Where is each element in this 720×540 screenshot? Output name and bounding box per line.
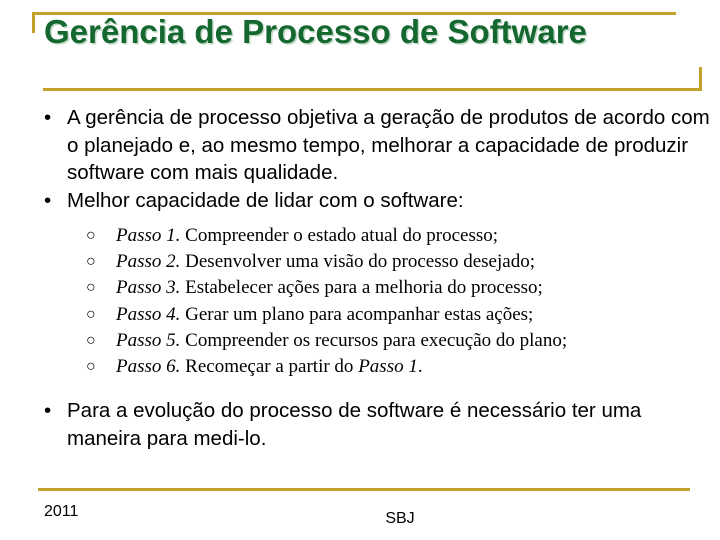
step-text: Compreender o estado atual do processo; <box>185 225 499 246</box>
hollow-circle-icon: ○ <box>86 305 96 323</box>
title-frame-left-stub <box>32 12 35 33</box>
hollow-circle-icon: ○ <box>86 279 96 297</box>
list-item: • Melhor capacidade de lidar com o softw… <box>0 187 720 215</box>
slide: Gerência de Processo de Software • A ger… <box>0 0 720 540</box>
main-bullet-list: • A gerência de processo objetiva a gera… <box>0 104 720 214</box>
bullet-text: Para a evolução do processo de software … <box>67 399 642 450</box>
list-item: ○ Passo 3. Estabelecer ações para a melh… <box>0 275 720 301</box>
step-text: Gerar um plano para acompanhar estas açõ… <box>185 303 534 325</box>
step-sublist: ○ Passo 1. Compreender o estado atual do… <box>0 223 720 380</box>
step-label: Passo 3. <box>116 277 181 299</box>
step-text-italic-tail: Passo 1 <box>358 356 418 378</box>
hollow-circle-icon: ○ <box>86 253 96 271</box>
bullet-dot-icon: • <box>44 106 52 129</box>
bullet-dot-icon: • <box>44 188 52 212</box>
step-label: Passo 5. <box>116 329 181 351</box>
list-item: ○ Passo 1. Compreender o estado atual do… <box>0 223 720 249</box>
footer-center-label: SBJ <box>385 510 415 527</box>
bullet-text: Melhor capacidade de lidar com o softwar… <box>67 188 464 212</box>
list-item: • A gerência de processo objetiva a gera… <box>0 104 720 187</box>
hollow-circle-icon: ○ <box>86 227 96 244</box>
list-item: • Para a evolução do processo de softwar… <box>0 397 720 452</box>
bullet-dot-icon: • <box>44 399 52 423</box>
step-text: Compreender os recursos para execução do… <box>185 329 568 351</box>
hollow-circle-icon: ○ <box>86 331 96 349</box>
list-item: ○ Passo 5. Compreender os recursos para … <box>0 328 720 354</box>
title-frame-right-stub <box>699 67 702 91</box>
step-label: Passo 1. <box>116 225 181 246</box>
hollow-circle-icon: ○ <box>86 358 96 376</box>
slide-title: Gerência de Processo de Software <box>44 13 587 50</box>
step-text: Estabelecer ações para a melhoria do pro… <box>185 277 543 299</box>
step-label: Passo 4. <box>116 303 181 325</box>
list-item: ○ Passo 2. Desenvolver uma visão do proc… <box>0 249 720 275</box>
footer-divider <box>38 488 690 491</box>
bullet-text: A gerência de processo objetiva a geraçã… <box>67 106 710 184</box>
step-text: Desenvolver uma visão do processo deseja… <box>185 251 535 273</box>
list-item: ○ Passo 6. Recomeçar a partir do Passo 1… <box>0 354 720 380</box>
step-text: Recomeçar a partir do Passo 1. <box>185 356 423 378</box>
list-item: ○ Passo 4. Gerar um plano para acompanha… <box>0 302 720 328</box>
title-frame-bottom-rule <box>43 88 702 91</box>
step-text-tail: . <box>417 356 423 378</box>
step-label: Passo 2. <box>116 251 181 273</box>
slide-body: • A gerência de processo objetiva a gera… <box>0 104 720 452</box>
closing-bullet-list: • Para a evolução do processo de softwar… <box>0 397 720 452</box>
step-label: Passo 6. <box>116 356 181 378</box>
